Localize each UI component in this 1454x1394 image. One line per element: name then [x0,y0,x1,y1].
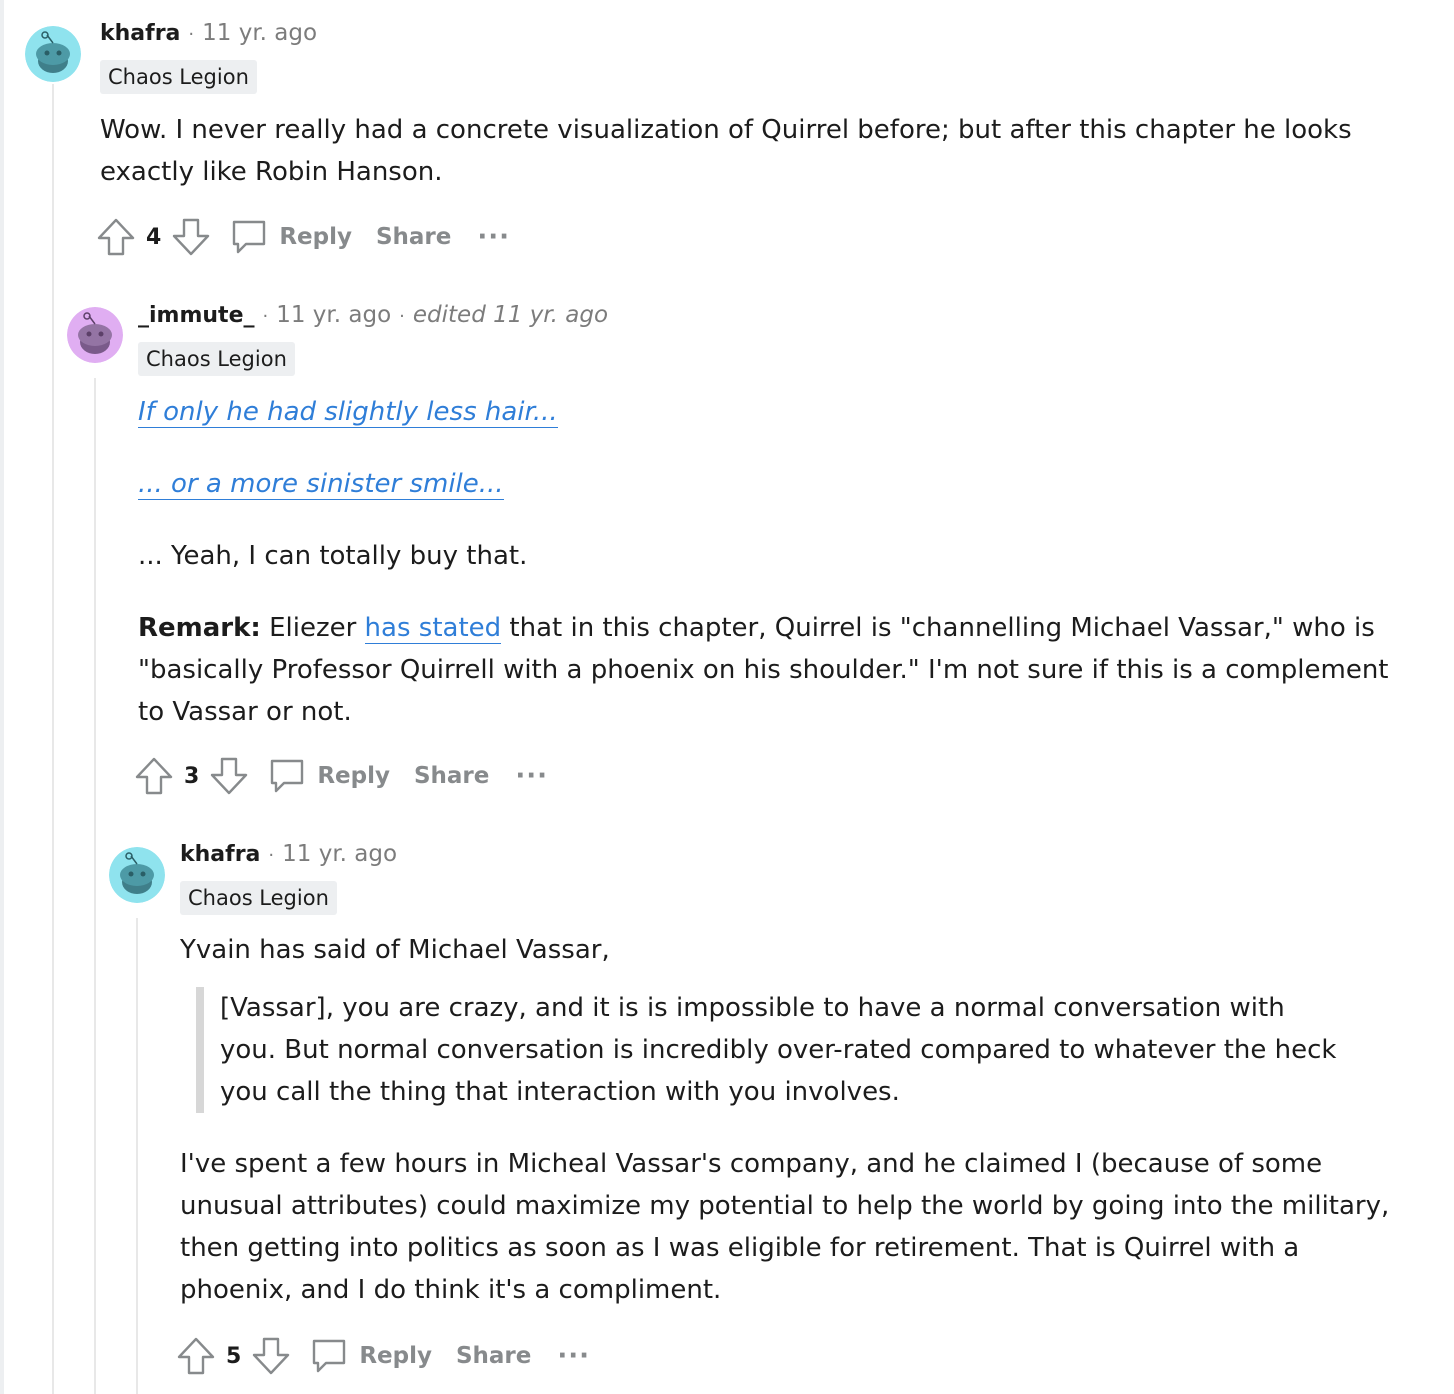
downvote-arrow-icon[interactable] [251,1336,291,1376]
upvote-arrow-icon[interactable] [134,756,174,796]
comment-meta: khafra · 11 yr. ago [180,841,397,867]
downvote-arrow-icon[interactable] [209,756,249,796]
timestamp[interactable]: 11 yr. ago [276,302,391,328]
remark-pre-text: Eliezer [260,613,365,643]
vote-score: 3 [184,763,200,789]
user-flair: Chaos Legion [100,60,257,94]
snoo-avatar-icon[interactable] [67,307,123,363]
comment-bubble-icon[interactable] [309,1336,349,1376]
comment-meta: _immute_ · 11 yr. ago · edited 11 yr. ag… [138,302,608,328]
comment-meta: khafra · 11 yr. ago [100,20,317,46]
timestamp[interactable]: 11 yr. ago [202,20,317,46]
comment-body: Wow. I never really had a concrete visua… [100,109,1390,193]
comment-bubble-icon[interactable] [229,217,269,257]
comment-text: Yvain has said of Michael Vassar, [180,935,610,965]
upvote-arrow-icon[interactable] [96,217,136,257]
comment-body: If only he had slightly less hair... ...… [138,391,1398,733]
ellipsis-icon[interactable]: ··· [477,224,510,250]
reply-button[interactable]: Reply [317,763,390,789]
edited-timestamp: edited 11 yr. ago [412,302,609,328]
user-flair: Chaos Legion [138,342,295,376]
comment-bubble-icon[interactable] [267,756,307,796]
author-name[interactable]: khafra [100,21,180,46]
meta-separator: · [399,306,405,327]
reply-button[interactable]: Reply [359,1343,432,1369]
downvote-arrow-icon[interactable] [171,217,211,257]
remark-label: Remark: [138,613,261,643]
author-name[interactable]: khafra [180,842,260,867]
snoo-avatar-icon[interactable] [109,847,165,903]
ellipsis-icon[interactable]: ··· [515,763,548,789]
share-button[interactable]: Share [414,763,489,789]
meta-separator: · [262,306,269,327]
thread-line-level-1[interactable] [52,84,54,1394]
quote-link-hair[interactable]: If only he had slightly less hair... [138,397,558,428]
blockquote-text: [Vassar], you are crazy, and it is is im… [220,993,1337,1107]
timestamp[interactable]: 11 yr. ago [282,841,397,867]
comment-actions: 3 Reply Share ··· [134,754,548,798]
comment-body: Yvain has said of Michael Vassar, [Vassa… [180,929,1390,1311]
remark-paragraph: Remark: Eliezer has stated that in this … [138,607,1398,733]
thread-line-level-2[interactable] [94,378,96,1394]
thread-line-level-3[interactable] [136,918,138,1394]
ellipsis-icon[interactable]: ··· [557,1343,590,1369]
quote-link-smile[interactable]: ... or a more sinister smile... [138,469,504,500]
comment-text: Wow. I never really had a concrete visua… [100,115,1352,187]
comment-text: ... Yeah, I can totally buy that. [138,541,528,571]
page-edge-line [0,0,4,1394]
share-button[interactable]: Share [376,224,451,250]
vote-score: 4 [146,224,162,250]
upvote-arrow-icon[interactable] [176,1336,216,1376]
user-flair: Chaos Legion [180,881,337,915]
comment-actions: 4 Reply Share ··· [96,215,510,259]
reply-button[interactable]: Reply [279,224,352,250]
snoo-avatar-icon[interactable] [25,26,81,82]
share-button[interactable]: Share [456,1343,531,1369]
blockquote: [Vassar], you are crazy, and it is is im… [196,987,1346,1113]
has-stated-link[interactable]: has stated [364,613,502,644]
author-name[interactable]: _immute_ [138,303,255,328]
meta-separator: · [268,845,275,866]
comment-actions: 5 Reply Share ··· [176,1334,590,1378]
vote-score: 5 [226,1343,242,1369]
meta-separator: · [188,24,195,45]
comment-text: I've spent a few hours in Micheal Vassar… [180,1149,1390,1305]
